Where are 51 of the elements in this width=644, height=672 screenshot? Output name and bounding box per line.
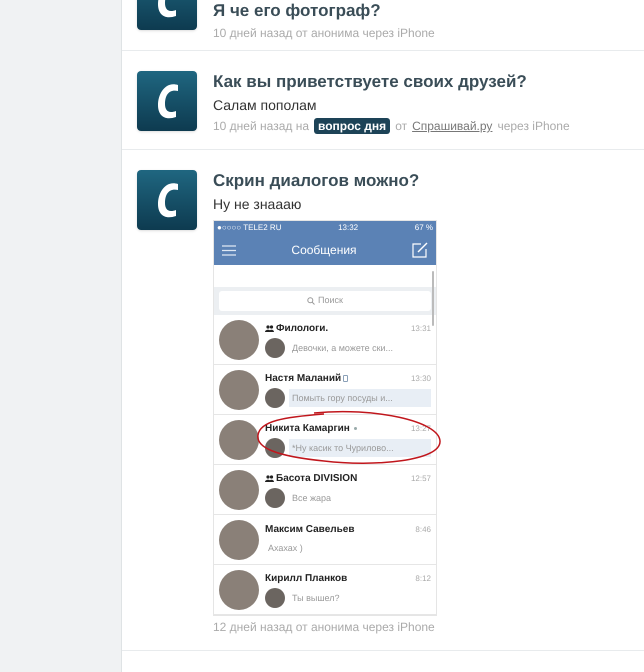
dialog-row[interactable]: Кирилл Планков 8:12 Ты вышел?: [214, 565, 436, 615]
group-icon: [265, 475, 274, 482]
answer-text: Салам пополам: [213, 96, 318, 115]
message-preview: Ты вышел?: [291, 592, 341, 605]
avatar-photo: [219, 570, 259, 610]
question-title[interactable]: Скрин диалогов можно?: [213, 170, 437, 192]
dialog-row[interactable]: Басота DIVISION 12:57 Все жара: [214, 465, 436, 515]
clock-text: 13:32: [338, 222, 358, 234]
avatar-photo: [219, 370, 259, 410]
post-meta: 12 дней назад от анонима через iPhone: [213, 619, 435, 636]
message-preview: Ахахах ): [267, 542, 304, 555]
compose-icon[interactable]: [412, 242, 428, 258]
app-logo-icon: [137, 71, 197, 131]
source-link[interactable]: Спрашивай.ру: [412, 117, 492, 135]
dialog-name: Максим Савельев: [265, 523, 354, 537]
dialog-time: 13:31: [410, 322, 431, 334]
dialog-time: 12:57: [410, 472, 431, 484]
question-title[interactable]: Я че его фотограф?: [213, 0, 435, 22]
avatar-photo: [219, 420, 259, 460]
dialog-time: 8:46: [415, 524, 431, 536]
group-icon: [265, 325, 274, 332]
dialog-name: Кирилл Планков: [265, 572, 348, 586]
dialog-name: Никита Камаргин: [265, 422, 350, 436]
dialog-row[interactable]: Филологи. 13:31 Девочки, а можете ски...: [214, 315, 436, 365]
message-preview: Помыть гору посуды и...: [289, 389, 431, 407]
dialog-name: Филологи.: [276, 322, 328, 336]
menu-icon[interactable]: [222, 244, 236, 256]
battery-text: 67 %: [414, 222, 433, 234]
dialog-time: 8:12: [415, 572, 431, 584]
dialog-row[interactable]: Настя Маланий 13:30 Помыть гору посуды и...: [214, 365, 436, 415]
avatar-photo: [219, 470, 259, 510]
message-preview: Девочки, а можете ски...: [291, 342, 394, 355]
search-icon: [307, 297, 316, 305]
dialog-name: Басота DIVISION: [276, 472, 358, 486]
carrier-text: ●○○○○ TELE2 RU: [217, 222, 282, 234]
dialog-time: 13:30: [410, 372, 431, 384]
post-meta: 10 дней назад на: [213, 118, 309, 135]
app-logo-icon: [137, 170, 197, 230]
post-meta: через iPhone: [497, 118, 570, 135]
screen-title: Сообщения: [291, 242, 357, 259]
message-preview: Все жара: [291, 492, 332, 505]
message-preview: *Ну касик то Чурилово...: [289, 439, 431, 457]
post-meta: 10 дней назад от анонима через iPhone: [213, 25, 435, 42]
post-meta: от: [395, 118, 408, 135]
avatar-photo: [219, 520, 259, 560]
answer-text: Ну не знаааю: [213, 195, 302, 214]
question-of-day-tag[interactable]: вопрос дня: [314, 118, 390, 134]
avatar-photo: [219, 320, 259, 360]
dialog-name: Настя Маланий: [265, 372, 342, 386]
question-title[interactable]: Как вы приветствуете своих друзей?: [213, 71, 570, 93]
dialog-row[interactable]: Максим Савельев 8:46 Ахахах ): [214, 515, 436, 565]
